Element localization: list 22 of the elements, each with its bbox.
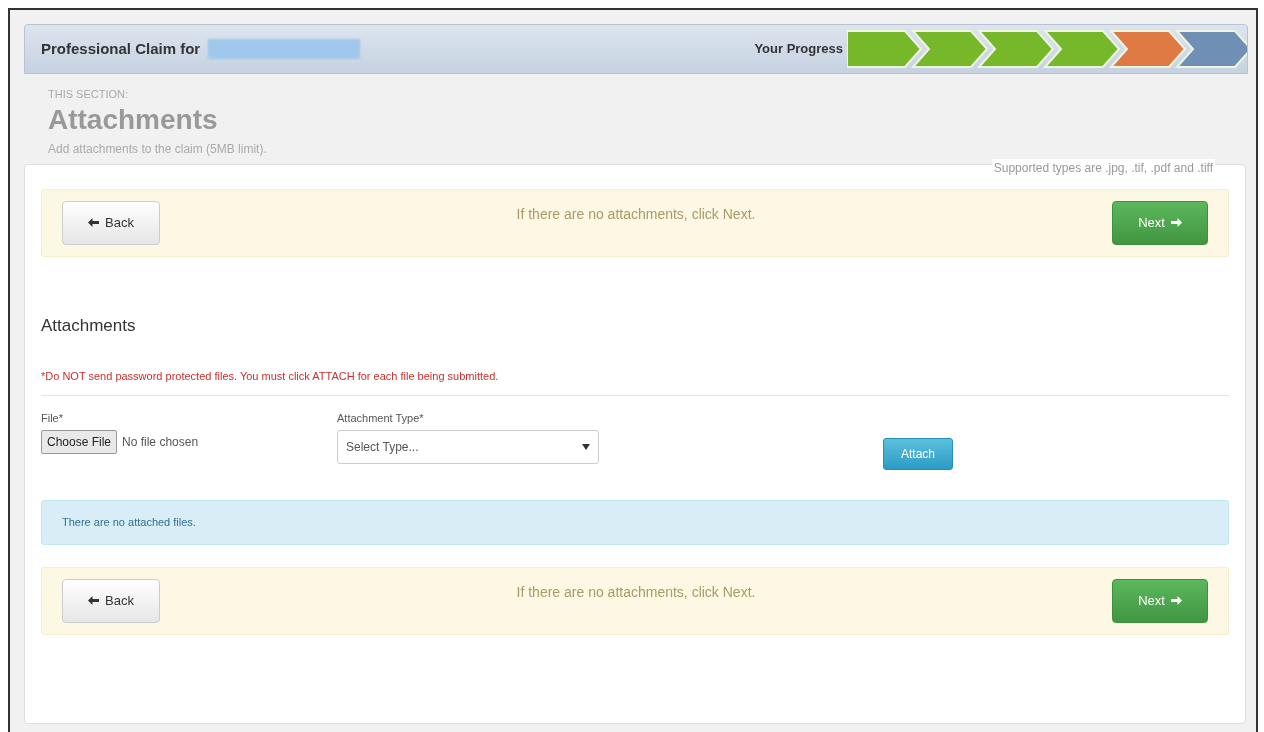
left-arrow-icon xyxy=(88,596,100,605)
file-label: File* xyxy=(41,410,64,426)
section-title: Attachments xyxy=(48,102,219,137)
attachment-type-select[interactable]: Select Type... xyxy=(337,430,599,464)
navigation-message: If there are no attachments, click Next. xyxy=(516,204,756,224)
back-button[interactable]: Back xyxy=(62,578,160,623)
section-description: Add attachments to the claim (5MB limit). xyxy=(48,140,268,158)
progress-label: Your Progress xyxy=(754,40,843,59)
section-eyebrow: THIS SECTION: xyxy=(48,87,130,102)
dropdown-caret-icon xyxy=(582,444,590,450)
right-arrow-icon xyxy=(1170,218,1182,227)
warning-text: *Do NOT send password protected files. You must click ATTACH for each file being submitted. xyxy=(41,369,500,384)
file-status: No file chosen xyxy=(122,434,199,451)
attachments-heading: Attachments xyxy=(41,314,137,337)
right-arrow-icon xyxy=(1170,596,1182,605)
attachment-type-label: Attachment Type* xyxy=(337,410,425,426)
back-button[interactable]: Back xyxy=(62,200,160,245)
empty-notice: There are no attached files. xyxy=(41,499,1229,545)
navigation-message: If there are no attachments, click Next. xyxy=(516,582,756,602)
left-arrow-icon xyxy=(88,218,100,227)
claim-title: Professional Claim for xyxy=(41,38,201,59)
choose-file-button[interactable]: Choose File xyxy=(41,430,118,454)
